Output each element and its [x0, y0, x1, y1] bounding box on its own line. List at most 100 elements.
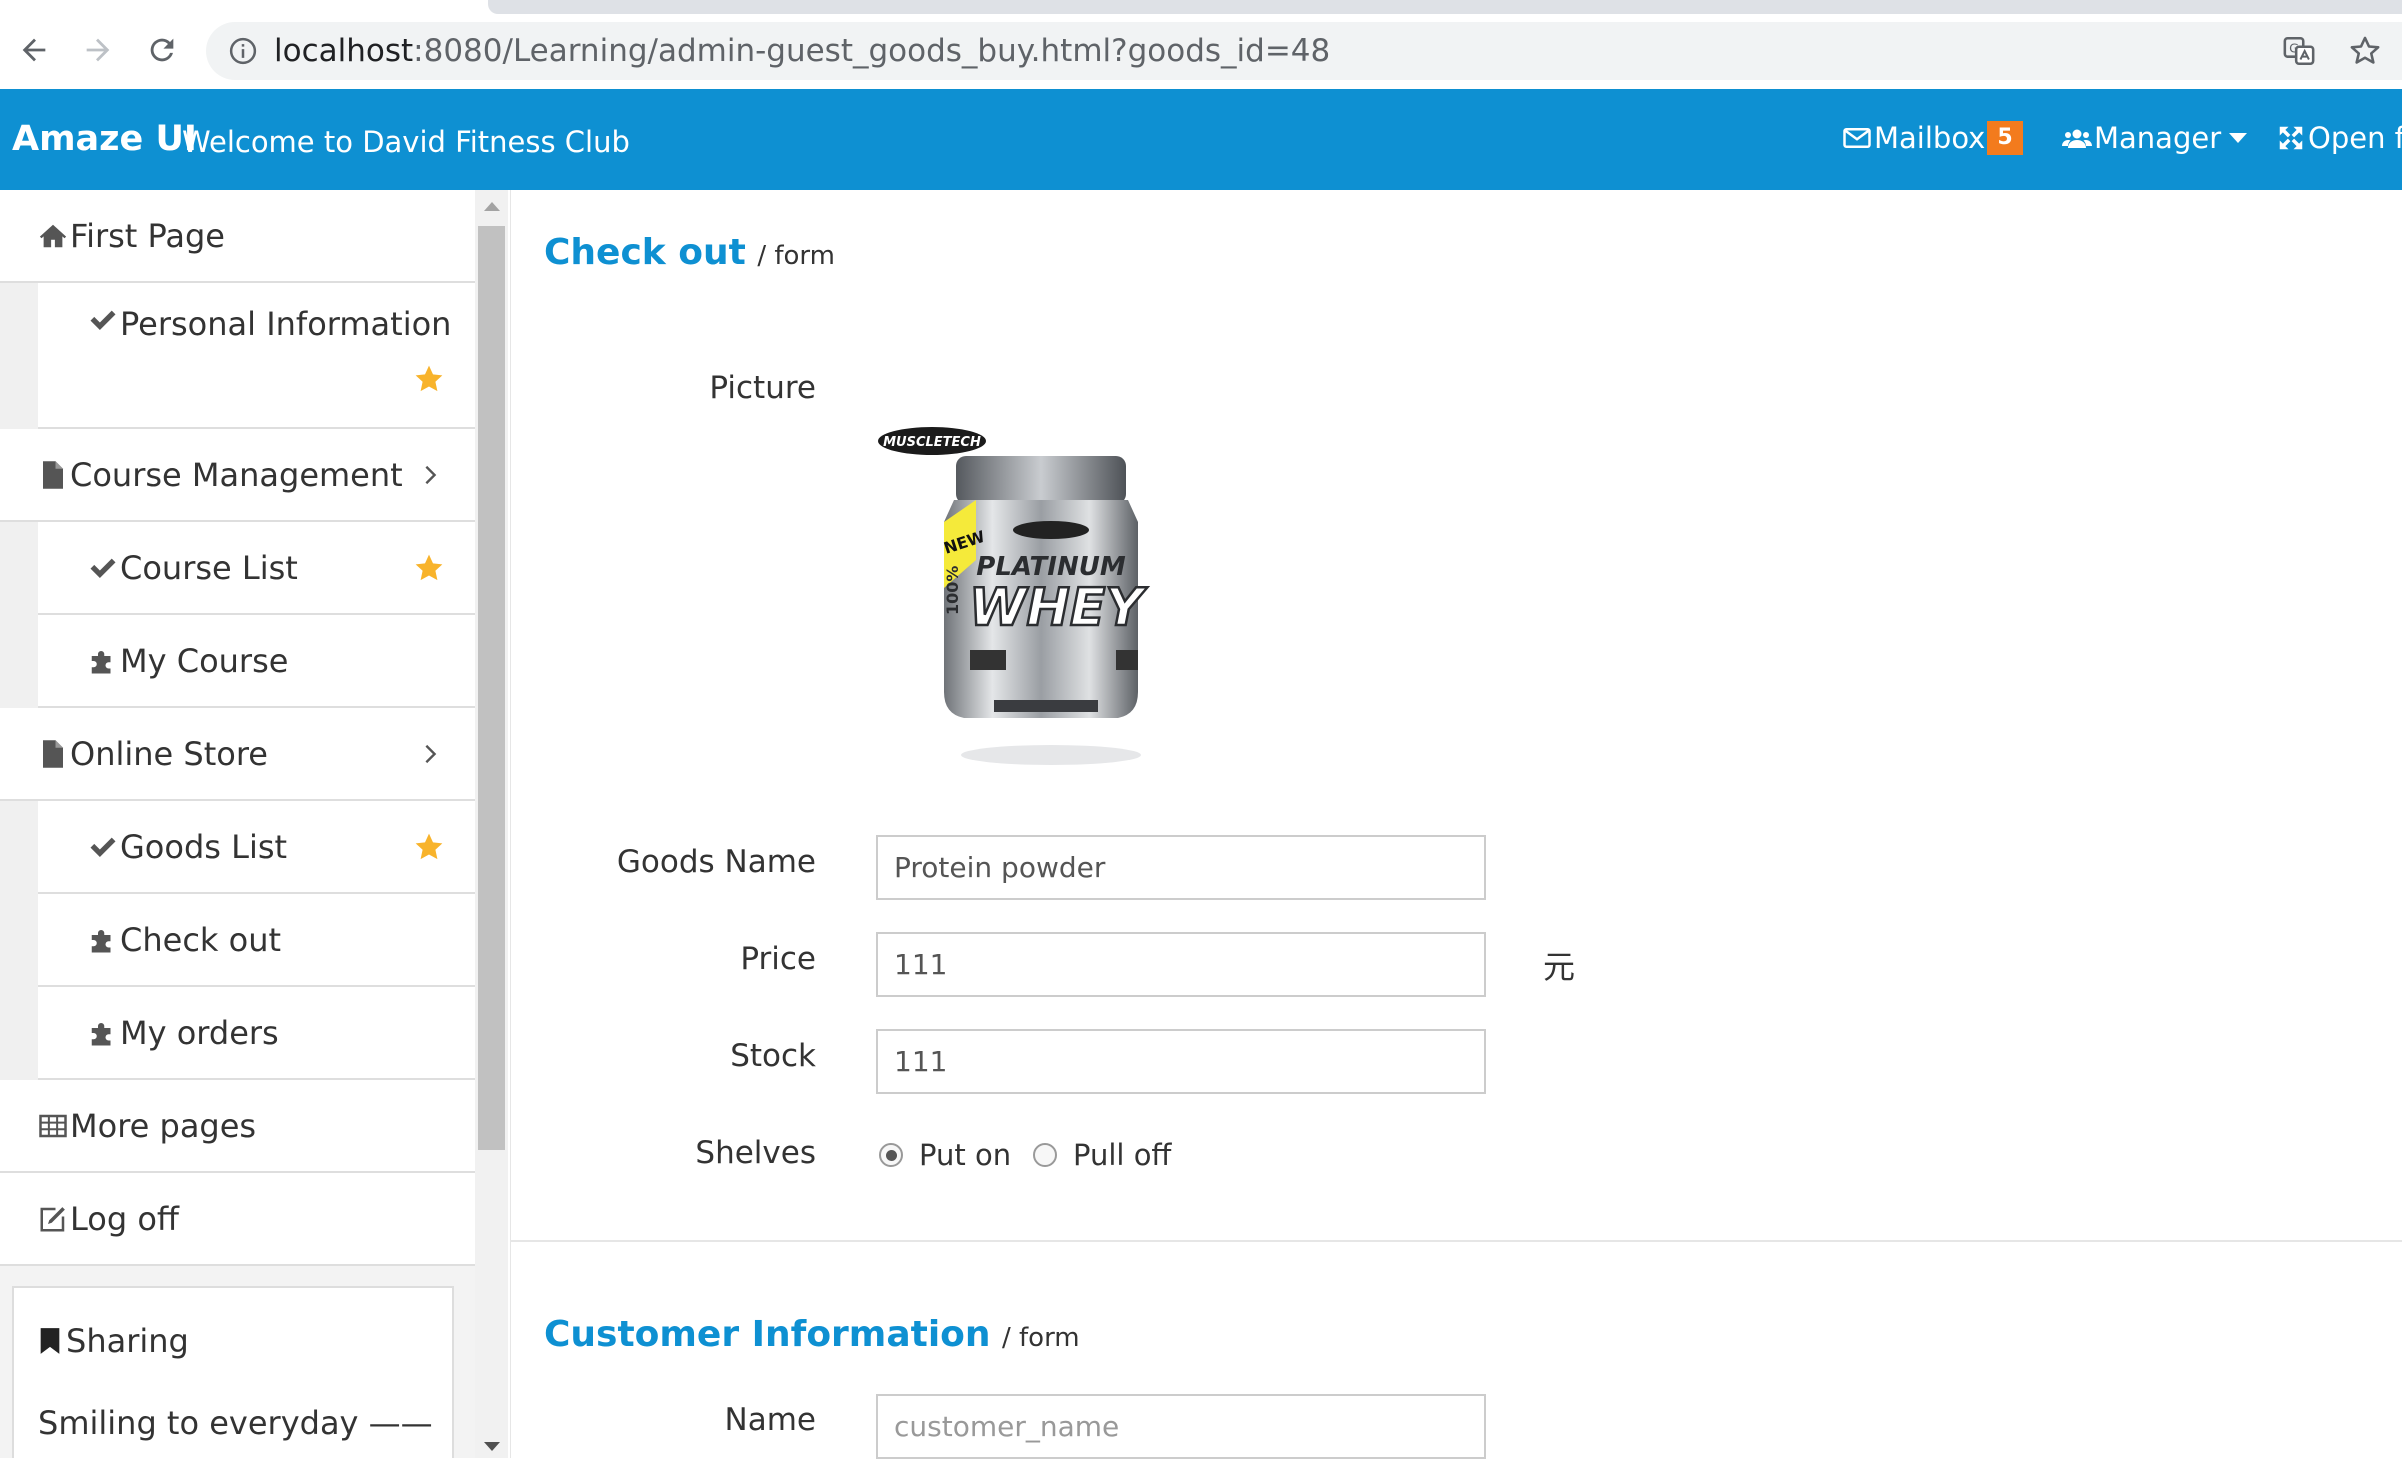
file-icon [43, 460, 63, 489]
arrow-left-icon [22, 38, 46, 62]
tub-logo [1013, 521, 1089, 539]
goods-name-input[interactable] [876, 835, 1486, 900]
sharing-text: Smiling to everyday —— [38, 1404, 433, 1442]
puzzle-icon [91, 929, 111, 952]
envelope-icon [1843, 128, 1871, 148]
price-label: Price [740, 941, 816, 977]
star-icon [415, 833, 443, 859]
reload-button[interactable] [140, 28, 184, 72]
check-icon [90, 310, 116, 330]
checkout-title: Check out [544, 232, 746, 273]
bookmark-star-icon[interactable] [2348, 34, 2382, 68]
sidebar-item-personal-information[interactable]: Personal Information [38, 283, 475, 429]
sidebar-item-check-out[interactable]: Check out [38, 894, 475, 987]
sharing-title: Sharing [66, 1322, 189, 1360]
mailbox-count-badge: 5 [1987, 121, 2023, 155]
picture-label: Picture [709, 370, 816, 406]
mailbox-link[interactable]: Mailbox 5 [1842, 121, 2023, 155]
back-button[interactable] [12, 28, 56, 72]
sidebar-group-online-store: Goods List Check out My orders [0, 801, 475, 1080]
sidebar-item-label: Check out [120, 920, 282, 959]
home-icon [39, 224, 67, 247]
forward-button[interactable] [76, 28, 120, 72]
shelves-put-on-radio[interactable]: Put on [879, 1138, 1011, 1172]
sidebar-item-label: First Page [70, 216, 225, 255]
shelves-pull-off-radio[interactable]: Pull off [1033, 1138, 1171, 1172]
sidebar-group-course-management: Course List My Course [0, 522, 475, 708]
url-host: localhost [274, 33, 414, 69]
radio-unselected-icon[interactable] [1033, 1143, 1057, 1167]
award-box [1116, 650, 1138, 670]
bookmark-icon [40, 1328, 60, 1354]
address-bar[interactable]: localhost:8080/Learning/admin-guest_good… [206, 22, 2402, 80]
checkout-subtitle: / form [757, 241, 835, 271]
sidebar-group-first-page: Personal Information [0, 283, 475, 429]
chevron-right-icon [425, 744, 437, 763]
customer-subtitle: / form [1001, 1323, 1080, 1353]
caret-down-icon [2229, 133, 2248, 143]
manager-label: Manager [2094, 121, 2222, 155]
sidebar-item-label: Course List [120, 548, 298, 587]
sidebar-item-label: My orders [120, 1013, 279, 1052]
sharing-panel: Sharing Smiling to everyday —— [12, 1286, 454, 1458]
scroll-up-arrow-icon[interactable] [484, 202, 500, 211]
shelves-label: Shelves [695, 1135, 816, 1171]
reload-icon [150, 38, 174, 62]
tab-strip [488, 0, 2402, 14]
puzzle-icon [91, 1022, 111, 1045]
edit-icon [40, 1206, 65, 1231]
sidebar-item-my-course[interactable]: My Course [38, 615, 475, 708]
customer-name-input[interactable] [876, 1394, 1486, 1459]
sidebar-item-my-orders[interactable]: My orders [38, 987, 475, 1080]
star-icon [415, 365, 443, 392]
radio-selected-icon[interactable] [879, 1143, 903, 1167]
table-icon [39, 1114, 67, 1137]
main-content: Check out / form Picture MUSCLETECH NEW [510, 190, 2402, 1459]
sidebar-item-log-off[interactable]: Log off [0, 1173, 475, 1266]
product-brand-text: MUSCLETECH [883, 435, 981, 450]
manager-dropdown[interactable]: Manager [2062, 121, 2248, 155]
radio-label: Put on [919, 1138, 1012, 1172]
info-icon[interactable] [228, 36, 258, 66]
product-line2-text: WHEY [969, 578, 1148, 638]
sidebar-item-goods-list[interactable]: Goods List [38, 801, 475, 894]
sidebar-item-label: Goods List [120, 827, 288, 866]
sidebar-scrollbar[interactable] [475, 190, 508, 1458]
scroll-down-arrow-icon[interactable] [484, 1442, 500, 1451]
arrow-right-icon [86, 38, 110, 62]
fullscreen-link[interactable]: Open fu [2276, 121, 2402, 155]
mailbox-label: Mailbox [1874, 121, 1986, 155]
sidebar-item-first-page[interactable]: First Page [0, 190, 475, 283]
url-text[interactable]: localhost:8080/Learning/admin-guest_good… [274, 32, 1330, 70]
file-icon [43, 739, 63, 768]
sidebar-item-label: Online Store [70, 734, 268, 773]
product-image: MUSCLETECH NEW PLATINUM 100% WHEY [878, 427, 1150, 765]
chevron-right-icon [425, 465, 437, 484]
price-input[interactable] [876, 932, 1486, 997]
stock-input[interactable] [876, 1029, 1486, 1094]
sharing-panel-title: Sharing [38, 1322, 189, 1360]
app-header: Amaze UI Welcome to David Fitness Club M… [0, 89, 2402, 190]
url-path: :8080/Learning/admin-guest_goods_buy.htm… [413, 33, 1331, 69]
puzzle-icon [91, 650, 111, 673]
product-side-text: 100% [943, 566, 962, 615]
sidebar-item-course-list[interactable]: Course List [38, 522, 475, 615]
sidebar-item-course-management[interactable]: Course Management [0, 429, 475, 522]
welcome-text: Welcome to David Fitness Club [182, 125, 630, 159]
customer-title: Customer Information [544, 1314, 991, 1355]
fullscreen-label: Open fu [2308, 121, 2402, 155]
sidebar-item-more-pages[interactable]: More pages [0, 1080, 475, 1173]
checkout-section-title: Check out / form [544, 232, 835, 273]
sidebar-item-label: Course Management [70, 455, 403, 494]
sidebar-item-online-store[interactable]: Online Store [0, 708, 475, 801]
scrollbar-thumb[interactable] [478, 226, 505, 1150]
sidebar-item-label: Log off [70, 1199, 179, 1238]
customer-section-title: Customer Information / form [544, 1314, 1080, 1355]
sidebar-item-label: More pages [70, 1106, 257, 1145]
brand-logo[interactable]: Amaze UI [12, 119, 197, 159]
translate-icon[interactable]: G [2282, 34, 2316, 68]
section-divider [511, 1240, 2402, 1242]
stock-label: Stock [730, 1038, 816, 1074]
users-icon [2062, 129, 2092, 148]
radio-label: Pull off [1073, 1138, 1172, 1172]
